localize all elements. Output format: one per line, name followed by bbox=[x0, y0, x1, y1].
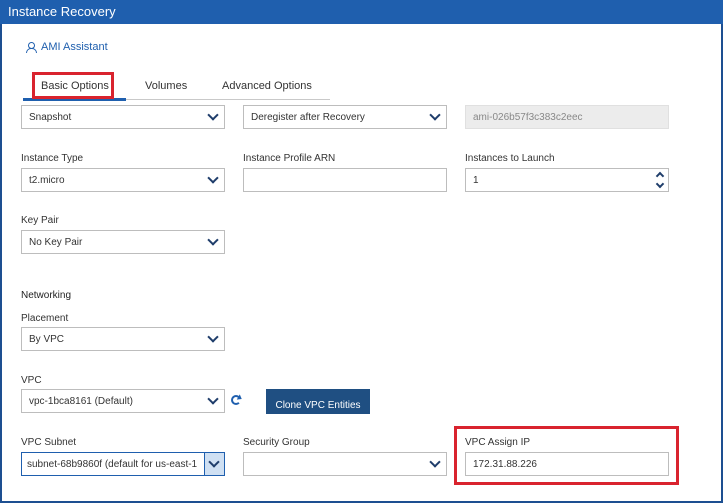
tab-advanced-options[interactable]: Advanced Options bbox=[222, 80, 312, 92]
vpc-select[interactable]: vpc-1bca8161 (Default) bbox=[21, 389, 225, 413]
chevron-down-icon bbox=[207, 234, 219, 246]
placement-select[interactable]: By VPC bbox=[21, 327, 225, 351]
instance-profile-input[interactable] bbox=[243, 168, 447, 192]
networking-heading: Networking bbox=[21, 290, 72, 301]
refresh-icon[interactable] bbox=[231, 395, 241, 405]
chevron-down-icon bbox=[429, 456, 441, 468]
instance-type-value: t2.micro bbox=[29, 175, 65, 186]
after-recovery-value: Deregister after Recovery bbox=[251, 112, 365, 123]
key-pair-label: Key Pair bbox=[21, 215, 59, 226]
source-value: Snapshot bbox=[29, 112, 72, 123]
user-icon bbox=[26, 41, 37, 53]
ami-id-field: ami-026b57f3c383c2eec bbox=[465, 105, 669, 129]
highlight-box-tab bbox=[32, 72, 114, 99]
chevron-down-icon bbox=[207, 331, 219, 343]
instance-type-select[interactable]: t2.micro bbox=[21, 168, 225, 192]
instances-to-launch-stepper[interactable]: 1 bbox=[465, 168, 669, 192]
key-pair-value: No Key Pair bbox=[29, 237, 83, 248]
clone-vpc-entities-button[interactable]: Clone VPC Entities bbox=[266, 389, 370, 414]
key-pair-select[interactable]: No Key Pair bbox=[21, 230, 225, 254]
vpc-subnet-value: subnet-68b9860f (default for us-east-1 bbox=[27, 459, 198, 470]
chevron-down-icon bbox=[207, 172, 219, 184]
stepper-arrows-icon[interactable] bbox=[655, 171, 665, 189]
source-select[interactable]: Snapshot bbox=[21, 105, 225, 129]
placement-value: By VPC bbox=[29, 334, 65, 345]
instances-to-launch-label: Instances to Launch bbox=[465, 153, 555, 164]
window-title: Instance Recovery bbox=[0, 0, 723, 24]
chevron-down-icon bbox=[429, 109, 441, 121]
tab-volumes[interactable]: Volumes bbox=[145, 80, 187, 92]
vpc-subnet-label: VPC Subnet bbox=[21, 437, 77, 448]
dropdown-button[interactable] bbox=[204, 453, 224, 475]
chevron-down-icon bbox=[208, 456, 220, 468]
chevron-down-icon bbox=[207, 109, 219, 121]
chevron-down-icon bbox=[207, 393, 219, 405]
highlight-box-ip bbox=[454, 426, 679, 485]
instances-to-launch-value: 1 bbox=[473, 175, 479, 186]
instance-type-label: Instance Type bbox=[21, 153, 84, 164]
security-group-label: Security Group bbox=[243, 437, 310, 448]
ami-assistant-label: AMI Assistant bbox=[41, 41, 108, 53]
vpc-value: vpc-1bca8161 (Default) bbox=[29, 396, 133, 407]
placement-label: Placement bbox=[21, 313, 69, 324]
instance-profile-label: Instance Profile ARN bbox=[243, 153, 336, 164]
vpc-subnet-select[interactable]: subnet-68b9860f (default for us-east-1 bbox=[21, 452, 225, 476]
security-group-select[interactable] bbox=[243, 452, 447, 476]
ami-assistant-link[interactable]: AMI Assistant bbox=[26, 41, 108, 53]
vpc-label: VPC bbox=[21, 375, 42, 386]
after-recovery-select[interactable]: Deregister after Recovery bbox=[243, 105, 447, 129]
